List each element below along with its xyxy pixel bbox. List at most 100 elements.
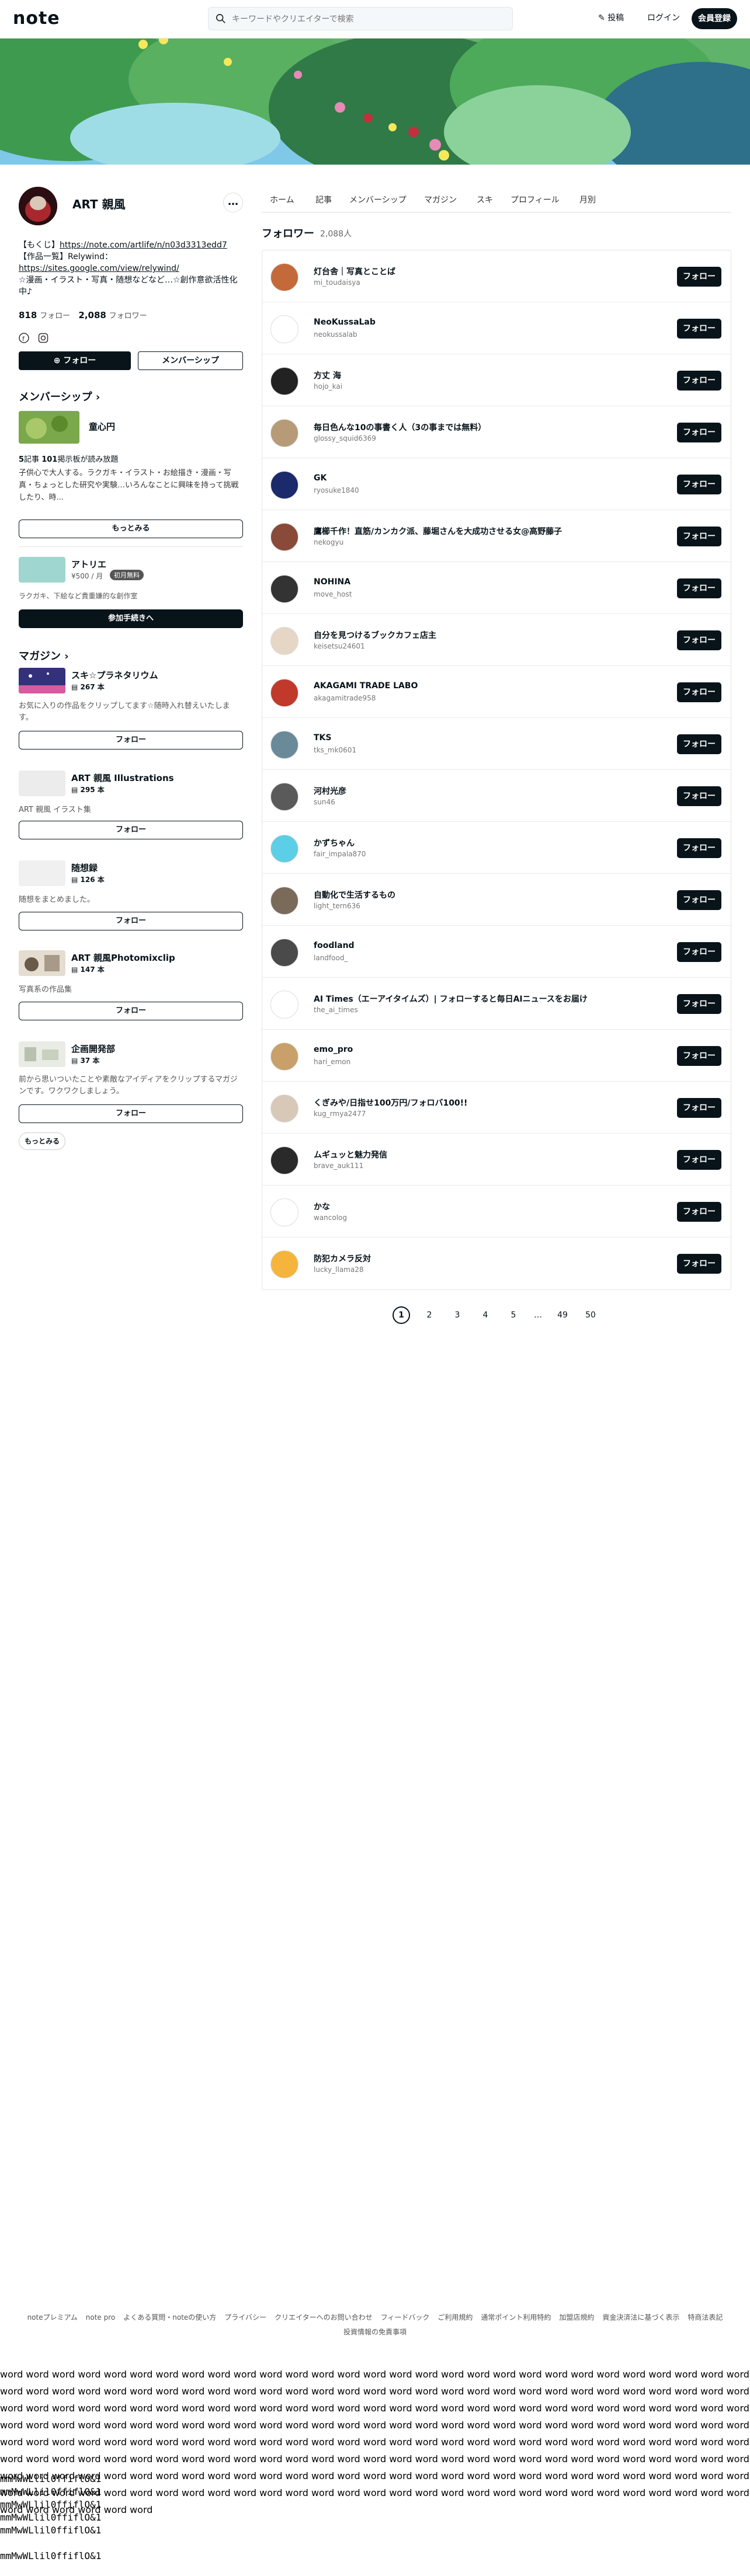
footer-link[interactable]: ご利用規約 bbox=[438, 2313, 473, 2321]
bio-link-toc[interactable]: https://note.com/artlife/n/n03d3313edd7 bbox=[60, 240, 227, 250]
follower-avatar[interactable] bbox=[270, 471, 298, 499]
follower-name[interactable]: AKAGAMI TRADE LABO bbox=[314, 681, 641, 691]
footer-link[interactable]: プライバシー bbox=[224, 2313, 266, 2321]
magazine-title[interactable]: ART 親風Photomixclip bbox=[71, 951, 175, 964]
follower-name[interactable]: ムギュッと魅力発信 bbox=[314, 1149, 641, 1160]
tab-monthly[interactable]: 月別 bbox=[579, 194, 596, 205]
follower-avatar[interactable] bbox=[270, 835, 298, 863]
note-logo[interactable]: note bbox=[13, 8, 60, 29]
membership-more-button[interactable]: もっとみる bbox=[19, 520, 243, 538]
footer-link[interactable]: 資金決済法に基づく表示 bbox=[602, 2313, 679, 2321]
magazines-more-button[interactable]: もっとみる bbox=[19, 1132, 65, 1150]
magazine-follow-button[interactable]: フォロー bbox=[19, 731, 243, 750]
follower-name[interactable]: 灯台舎｜写真とことば bbox=[314, 266, 641, 277]
signup-button[interactable]: 会員登録 bbox=[692, 8, 737, 29]
pagination-page[interactable]: 3 bbox=[449, 1306, 466, 1324]
follower-avatar[interactable] bbox=[270, 575, 298, 603]
follow-button[interactable]: ⊕ フォロー bbox=[19, 351, 131, 370]
magazines-heading[interactable]: マガジン › bbox=[19, 648, 69, 663]
membership-button[interactable]: メンバーシップ bbox=[138, 351, 243, 370]
join-button[interactable]: 参加手続きへ bbox=[19, 609, 243, 628]
follower-name[interactable]: 河村光彦 bbox=[314, 785, 641, 797]
follower-avatar[interactable] bbox=[270, 627, 298, 655]
follower-follow-button[interactable]: フォロー bbox=[677, 786, 721, 806]
follower-name[interactable]: 鷹櫛千作！直筋/カンカク派、藤堀さんを大成功させる女@高野藤子 bbox=[314, 525, 641, 537]
post-button[interactable]: ✎ 投稿 bbox=[598, 12, 624, 23]
tab-profile[interactable]: プロフィール bbox=[511, 194, 560, 205]
follower-name[interactable]: 方丈 海 bbox=[314, 370, 641, 381]
follower-avatar[interactable] bbox=[270, 1043, 298, 1071]
footer-link[interactable]: 特商法表記 bbox=[688, 2313, 723, 2321]
magazine-follow-button[interactable]: フォロー bbox=[19, 1002, 243, 1020]
follower-avatar[interactable] bbox=[270, 731, 298, 759]
pagination-page[interactable]: 49 bbox=[554, 1306, 571, 1324]
magazine-title[interactable]: スキ☆プラネタリウム bbox=[71, 669, 158, 681]
follower-avatar[interactable] bbox=[270, 1198, 298, 1226]
follower-name[interactable]: NeoKussaLab bbox=[314, 318, 641, 327]
membership-thumbnail[interactable] bbox=[19, 411, 79, 444]
magazine-thumbnail[interactable] bbox=[19, 860, 65, 886]
follower-follow-button[interactable]: フォロー bbox=[677, 1254, 721, 1274]
follower-name[interactable]: 毎日色んな10の事書く人（3の事までは無料） bbox=[314, 421, 641, 433]
pagination-page[interactable]: 1 bbox=[393, 1306, 410, 1324]
footer-link[interactable]: 通常ポイント利用特約 bbox=[481, 2313, 551, 2321]
follower-name[interactable]: くぎみや/日指せ100万円/フォロバ100!! bbox=[314, 1097, 641, 1109]
follower-avatar[interactable] bbox=[270, 523, 298, 551]
tab-magazines[interactable]: マガジン bbox=[424, 194, 457, 205]
search-box[interactable] bbox=[208, 7, 513, 30]
followers-count[interactable]: 2,088 bbox=[78, 310, 106, 320]
magazine-thumbnail[interactable] bbox=[19, 668, 65, 693]
magazine-thumbnail[interactable] bbox=[19, 771, 65, 796]
follower-follow-button[interactable]: フォロー bbox=[677, 527, 721, 546]
follower-name[interactable]: TKS bbox=[314, 733, 641, 743]
magazine-thumbnail[interactable] bbox=[19, 950, 65, 976]
footer-link[interactable]: 投資情報の免責事項 bbox=[343, 2328, 407, 2336]
tab-likes[interactable]: スキ bbox=[477, 194, 493, 205]
footer-link[interactable]: よくある質問・noteの使い方 bbox=[123, 2313, 216, 2321]
tab-home[interactable]: ホーム bbox=[270, 194, 294, 205]
follower-name[interactable]: 自動化で生活するもの bbox=[314, 889, 641, 901]
follower-name[interactable]: NOHINA bbox=[314, 577, 641, 587]
instagram-icon[interactable] bbox=[38, 333, 48, 343]
pagination-page[interactable]: 4 bbox=[477, 1306, 494, 1324]
magazine-follow-button[interactable]: フォロー bbox=[19, 1104, 243, 1123]
follower-name[interactable]: AI Times（エーアイタイムズ）| フォローすると毎日AIニュースをお届け bbox=[314, 993, 641, 1005]
follower-avatar[interactable] bbox=[270, 783, 298, 811]
follower-follow-button[interactable]: フォロー bbox=[677, 319, 721, 339]
follower-name[interactable]: 自分を見つけるブックカフェ店主 bbox=[314, 629, 641, 641]
tab-articles[interactable]: 記事 bbox=[315, 194, 332, 205]
follower-follow-button[interactable]: フォロー bbox=[677, 1046, 721, 1066]
follower-name[interactable]: GK bbox=[314, 473, 641, 483]
follower-follow-button[interactable]: フォロー bbox=[677, 423, 721, 442]
follower-follow-button[interactable]: フォロー bbox=[677, 1098, 721, 1118]
magazine-title[interactable]: 企画開発部 bbox=[71, 1043, 115, 1055]
follower-follow-button[interactable]: フォロー bbox=[677, 890, 721, 910]
follower-avatar[interactable] bbox=[270, 263, 298, 291]
following-count[interactable]: 818 bbox=[19, 310, 37, 320]
follower-avatar[interactable] bbox=[270, 1146, 298, 1174]
follower-follow-button[interactable]: フォロー bbox=[677, 578, 721, 598]
magazine-title[interactable]: 随想録 bbox=[71, 862, 98, 874]
search-input[interactable] bbox=[232, 13, 501, 26]
footer-link[interactable]: noteプレミアム bbox=[27, 2313, 78, 2321]
followers-label[interactable]: フォロワー bbox=[109, 312, 147, 320]
login-button[interactable]: ログイン bbox=[647, 12, 680, 23]
membership-plan-title[interactable]: 童心円 bbox=[89, 420, 115, 433]
magazine-follow-button[interactable]: フォロー bbox=[19, 821, 243, 839]
follower-follow-button[interactable]: フォロー bbox=[677, 1150, 721, 1170]
follower-avatar[interactable] bbox=[270, 419, 298, 447]
facebook-icon[interactable]: f bbox=[19, 333, 29, 343]
following-label[interactable]: フォロー bbox=[40, 312, 70, 320]
follower-follow-button[interactable]: フォロー bbox=[677, 838, 721, 858]
more-options-button[interactable]: … bbox=[223, 193, 243, 212]
profile-avatar[interactable] bbox=[19, 187, 57, 225]
follower-avatar[interactable] bbox=[270, 367, 298, 395]
pagination-page[interactable]: 50 bbox=[582, 1306, 599, 1324]
follower-follow-button[interactable]: フォロー bbox=[677, 734, 721, 754]
follower-name[interactable]: かずちゃん bbox=[314, 837, 641, 849]
membership-heading[interactable]: メンバーシップ › bbox=[19, 389, 100, 404]
follower-avatar[interactable] bbox=[270, 887, 298, 915]
footer-link[interactable]: 加盟店規約 bbox=[559, 2313, 594, 2321]
follower-name[interactable]: かな bbox=[314, 1201, 641, 1212]
follower-follow-button[interactable]: フォロー bbox=[677, 942, 721, 962]
